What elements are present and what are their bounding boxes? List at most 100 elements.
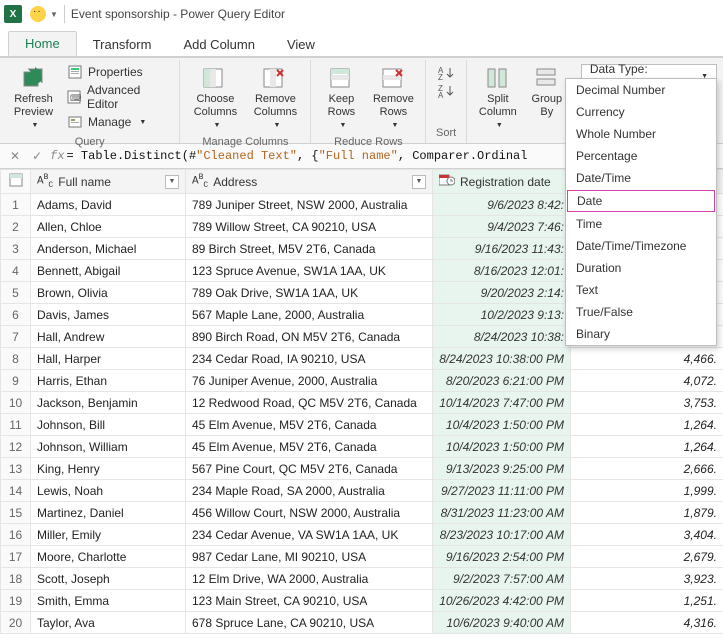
cell-address[interactable]: 789 Willow Street, CA 90210, USA xyxy=(186,216,433,238)
cell-registration[interactable]: 9/20/2023 2:14: xyxy=(433,282,571,304)
table-row[interactable]: 16Miller, Emily234 Cedar Avenue, VA SW1A… xyxy=(1,524,723,546)
smiley-icon[interactable] xyxy=(30,6,46,22)
cell-full-name[interactable]: Bennett, Abigail xyxy=(31,260,186,282)
cell-address[interactable]: 987 Cedar Lane, MI 90210, USA xyxy=(186,546,433,568)
table-row[interactable]: 19Smith, Emma123 Main Street, CA 90210, … xyxy=(1,590,723,612)
cell-full-name[interactable]: King, Henry xyxy=(31,458,186,480)
sort-asc-button[interactable]: AZ xyxy=(438,66,454,80)
cell-truncated[interactable]: 2,679. xyxy=(571,546,723,568)
table-row[interactable]: 15Martinez, Daniel456 Willow Court, NSW … xyxy=(1,502,723,524)
cell-truncated[interactable]: 4,466. xyxy=(571,348,723,370)
row-index[interactable]: 18 xyxy=(1,568,31,590)
cell-address[interactable]: 678 Spruce Lane, CA 90210, USA xyxy=(186,612,433,634)
cell-truncated[interactable]: 3,923. xyxy=(571,568,723,590)
column-header-registration[interactable]: Registration date xyxy=(433,170,571,194)
data-type-option[interactable]: Decimal Number xyxy=(566,79,716,101)
cell-full-name[interactable]: Hall, Andrew xyxy=(31,326,186,348)
cell-truncated[interactable]: 1,879. xyxy=(571,502,723,524)
data-type-option[interactable]: Percentage xyxy=(566,145,716,167)
cell-truncated[interactable]: 1,264. xyxy=(571,436,723,458)
cell-registration[interactable]: 8/16/2023 12:01: xyxy=(433,260,571,282)
cell-registration[interactable]: 9/16/2023 2:54:00 PM xyxy=(433,546,571,568)
cell-truncated[interactable]: 1,999. xyxy=(571,480,723,502)
row-index[interactable]: 12 xyxy=(1,436,31,458)
choose-columns-button[interactable]: Choose Columns ▼ xyxy=(186,62,244,136)
row-index[interactable]: 1 xyxy=(1,194,31,216)
cell-full-name[interactable]: Lewis, Noah xyxy=(31,480,186,502)
cell-address[interactable]: 567 Maple Lane, 2000, Australia xyxy=(186,304,433,326)
data-type-option[interactable]: Whole Number xyxy=(566,123,716,145)
properties-button[interactable]: Properties xyxy=(63,64,173,80)
cancel-formula-icon[interactable]: ✕ xyxy=(10,149,20,164)
manage-button[interactable]: Manage ▼ xyxy=(63,114,173,130)
row-index[interactable]: 2 xyxy=(1,216,31,238)
cell-full-name[interactable]: Hall, Harper xyxy=(31,348,186,370)
accept-formula-icon[interactable]: ✓ xyxy=(32,149,42,164)
cell-full-name[interactable]: Johnson, William xyxy=(31,436,186,458)
table-row[interactable]: 9Harris, Ethan76 Juniper Avenue, 2000, A… xyxy=(1,370,723,392)
cell-full-name[interactable]: Harris, Ethan xyxy=(31,370,186,392)
cell-address[interactable]: 89 Birch Street, M5V 2T6, Canada xyxy=(186,238,433,260)
column-header-full-name[interactable]: ABC Full name ▼ xyxy=(31,170,186,194)
cell-truncated[interactable]: 4,072. xyxy=(571,370,723,392)
formula-text[interactable]: = Table.Distinct(#"Cleaned Text", {"Full… xyxy=(67,149,528,163)
cell-full-name[interactable]: Anderson, Michael xyxy=(31,238,186,260)
cell-registration[interactable]: 10/6/2023 9:40:00 AM xyxy=(433,612,571,634)
cell-address[interactable]: 12 Redwood Road, QC M5V 2T6, Canada xyxy=(186,392,433,414)
cell-address[interactable]: 123 Spruce Avenue, SW1A 1AA, UK xyxy=(186,260,433,282)
row-index[interactable]: 19 xyxy=(1,590,31,612)
sort-desc-button[interactable]: ZA xyxy=(438,84,454,98)
table-row[interactable]: 13King, Henry567 Pine Court, QC M5V 2T6,… xyxy=(1,458,723,480)
cell-full-name[interactable]: Allen, Chloe xyxy=(31,216,186,238)
keep-rows-button[interactable]: Keep Rows ▼ xyxy=(317,62,365,136)
cell-address[interactable]: 76 Juniper Avenue, 2000, Australia xyxy=(186,370,433,392)
table-row[interactable]: 12Johnson, William45 Elm Avenue, M5V 2T6… xyxy=(1,436,723,458)
cell-registration[interactable]: 9/2/2023 7:57:00 AM xyxy=(433,568,571,590)
table-row[interactable]: 17Moore, Charlotte987 Cedar Lane, MI 902… xyxy=(1,546,723,568)
row-index[interactable]: 17 xyxy=(1,546,31,568)
row-index[interactable]: 20 xyxy=(1,612,31,634)
cell-address[interactable]: 890 Birch Road, ON M5V 2T6, Canada xyxy=(186,326,433,348)
data-type-option[interactable]: Text xyxy=(566,279,716,301)
cell-registration[interactable]: 8/24/2023 10:38: xyxy=(433,326,571,348)
cell-full-name[interactable]: Johnson, Bill xyxy=(31,414,186,436)
qat-dropdown-icon[interactable]: ▼ xyxy=(50,10,58,19)
cell-truncated[interactable]: 2,666. xyxy=(571,458,723,480)
row-index[interactable]: 3 xyxy=(1,238,31,260)
table-row[interactable]: 8Hall, Harper234 Cedar Road, IA 90210, U… xyxy=(1,348,723,370)
cell-registration[interactable]: 8/20/2023 6:21:00 PM xyxy=(433,370,571,392)
cell-full-name[interactable]: Miller, Emily xyxy=(31,524,186,546)
row-index[interactable]: 11 xyxy=(1,414,31,436)
cell-registration[interactable]: 8/31/2023 11:23:00 AM xyxy=(433,502,571,524)
cell-full-name[interactable]: Smith, Emma xyxy=(31,590,186,612)
cell-address[interactable]: 567 Pine Court, QC M5V 2T6, Canada xyxy=(186,458,433,480)
data-type-option[interactable]: True/False xyxy=(566,301,716,323)
cell-registration[interactable]: 10/4/2023 1:50:00 PM xyxy=(433,414,571,436)
cell-full-name[interactable]: Taylor, Ava xyxy=(31,612,186,634)
row-index[interactable]: 14 xyxy=(1,480,31,502)
cell-truncated[interactable]: 4,316. xyxy=(571,612,723,634)
table-row[interactable]: 14Lewis, Noah234 Maple Road, SA 2000, Au… xyxy=(1,480,723,502)
refresh-preview-button[interactable]: Refresh Preview ▼ xyxy=(6,62,61,136)
group-by-button[interactable]: Group By xyxy=(525,62,569,123)
row-index[interactable]: 9 xyxy=(1,370,31,392)
cell-registration[interactable]: 10/14/2023 7:47:00 PM xyxy=(433,392,571,414)
cell-address[interactable]: 45 Elm Avenue, M5V 2T6, Canada xyxy=(186,414,433,436)
cell-registration[interactable]: 9/27/2023 11:11:00 PM xyxy=(433,480,571,502)
cell-truncated[interactable]: 3,753. xyxy=(571,392,723,414)
split-column-button[interactable]: Split Column ▼ xyxy=(473,62,523,136)
row-index[interactable]: 10 xyxy=(1,392,31,414)
cell-address[interactable]: 45 Elm Avenue, M5V 2T6, Canada xyxy=(186,436,433,458)
row-index[interactable]: 15 xyxy=(1,502,31,524)
cell-registration[interactable]: 8/24/2023 10:38:00 PM xyxy=(433,348,571,370)
remove-rows-button[interactable]: Remove Rows ▼ xyxy=(367,62,419,136)
cell-address[interactable]: 789 Juniper Street, NSW 2000, Australia xyxy=(186,194,433,216)
cell-registration[interactable]: 10/4/2023 1:50:00 PM xyxy=(433,436,571,458)
table-row[interactable]: 20Taylor, Ava678 Spruce Lane, CA 90210, … xyxy=(1,612,723,634)
data-type-option[interactable]: Binary xyxy=(566,323,716,345)
cell-full-name[interactable]: Brown, Olivia xyxy=(31,282,186,304)
row-index-header[interactable] xyxy=(1,170,31,194)
cell-registration[interactable]: 9/4/2023 7:46: xyxy=(433,216,571,238)
cell-registration[interactable]: 8/23/2023 10:17:00 AM xyxy=(433,524,571,546)
row-index[interactable]: 4 xyxy=(1,260,31,282)
